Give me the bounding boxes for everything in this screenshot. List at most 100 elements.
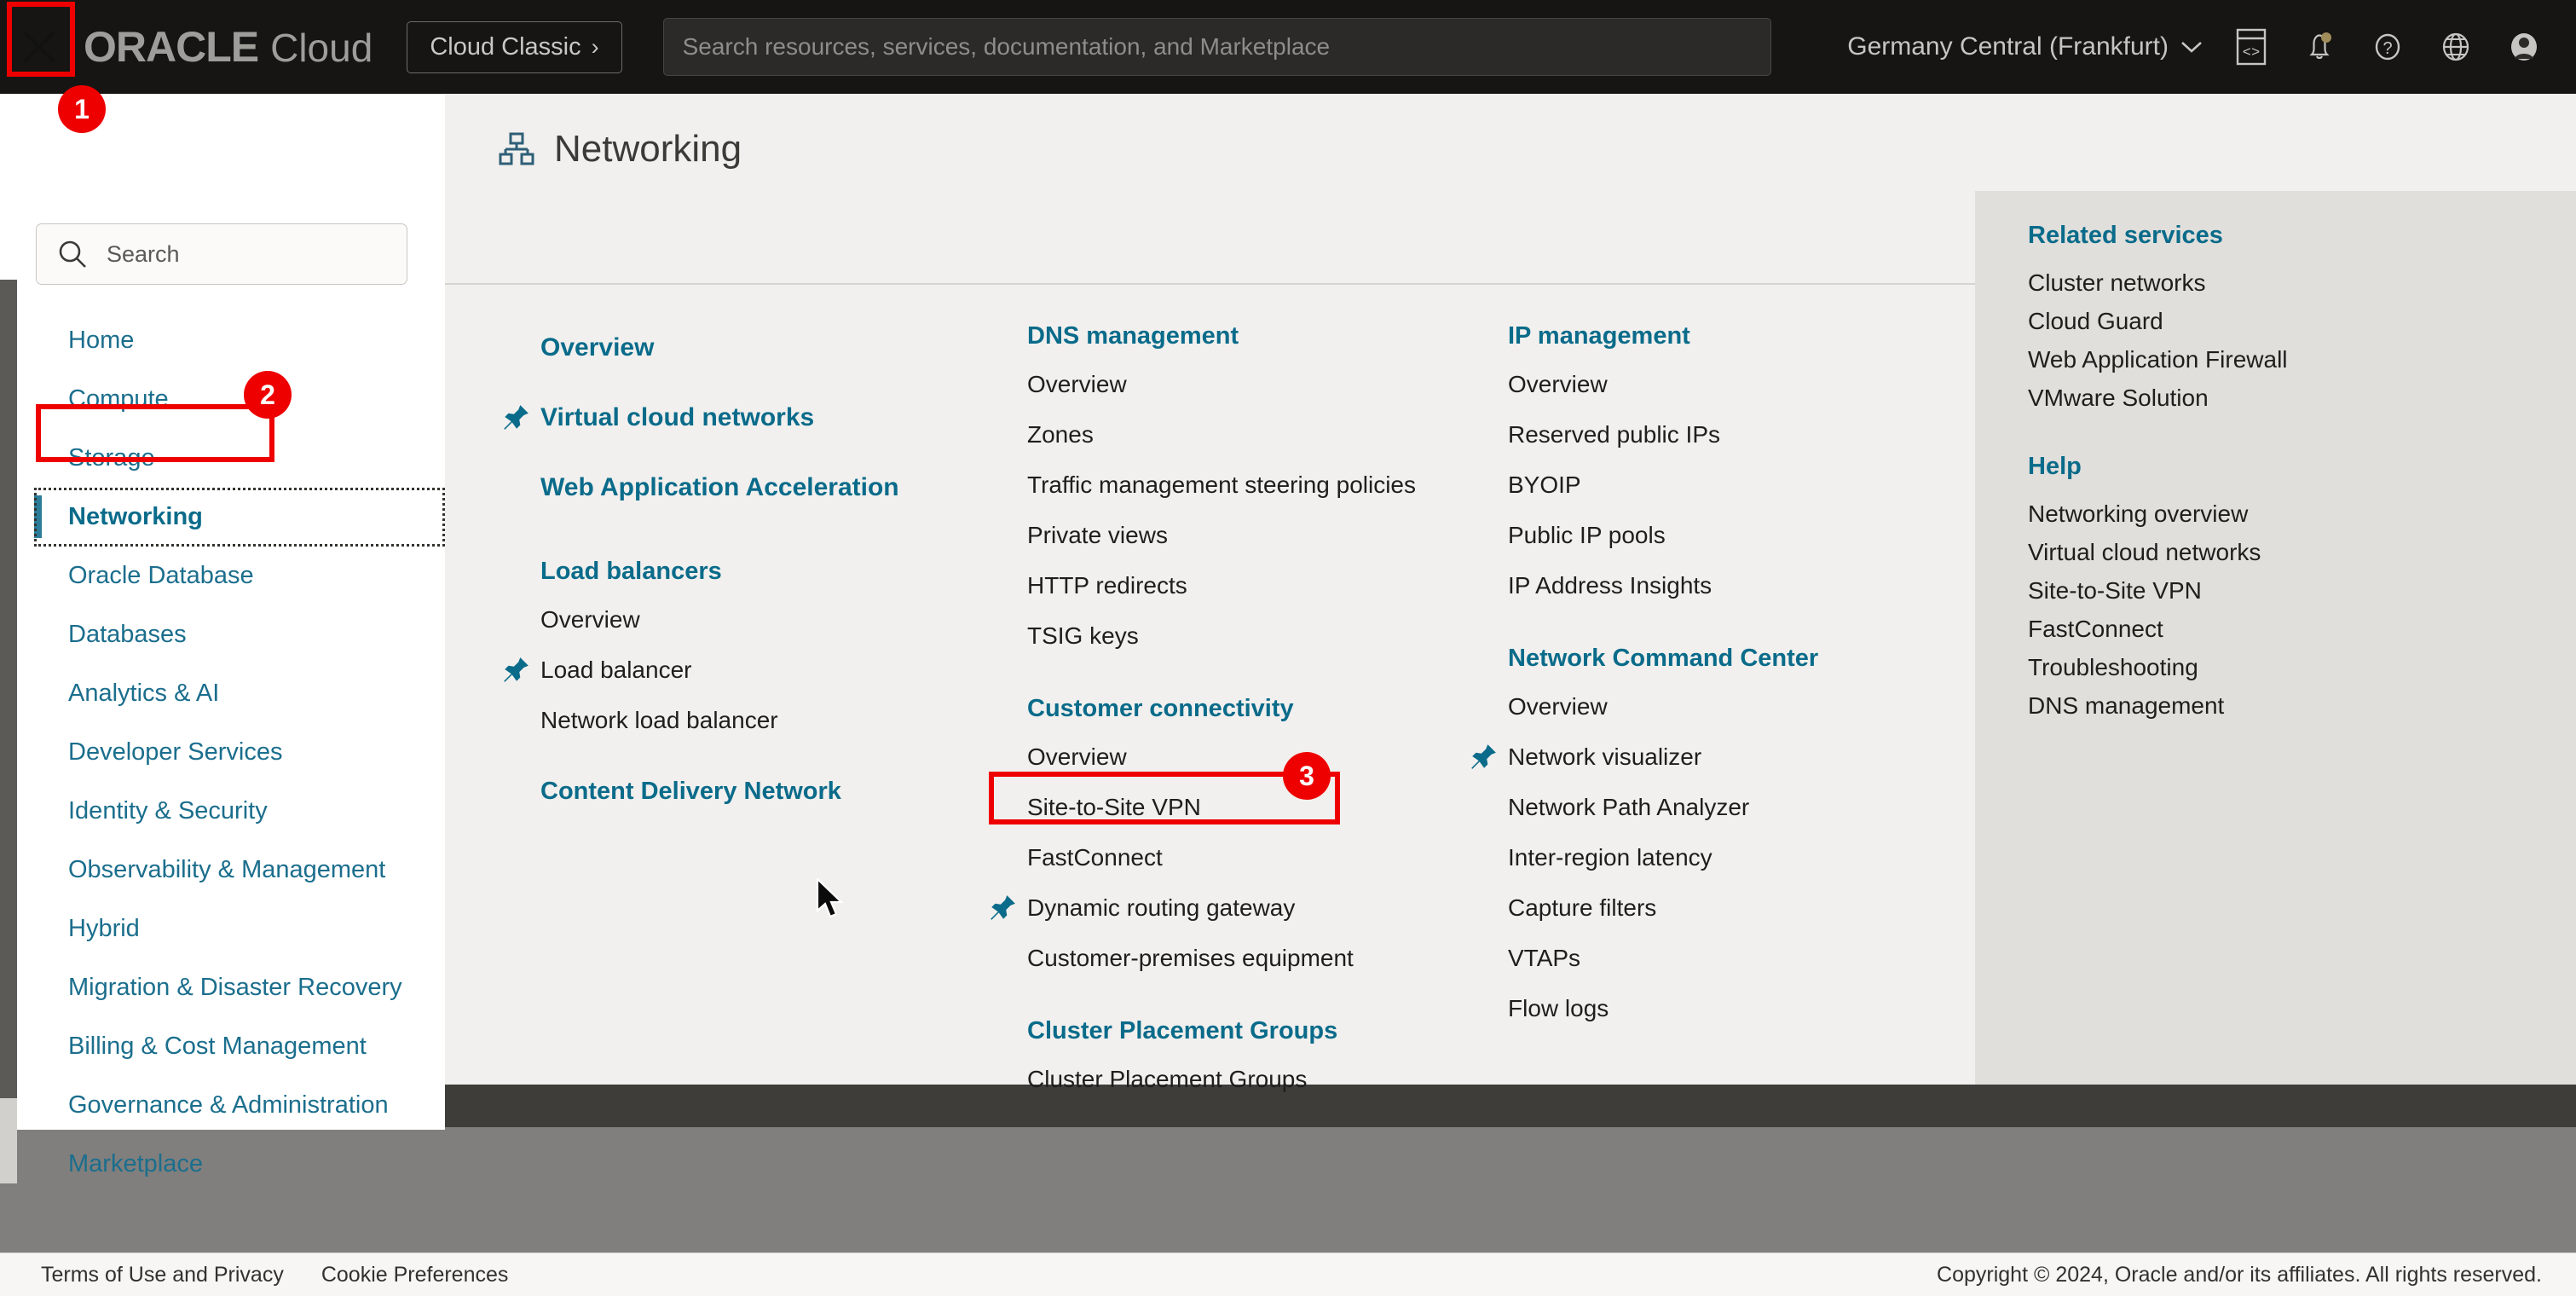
cloud-classic-button[interactable]: Cloud Classic ›: [407, 20, 622, 73]
link-reserved-public-ips[interactable]: Reserved public IPs: [1508, 409, 1940, 460]
link-zones[interactable]: Zones: [1027, 409, 1440, 460]
link-lb-overview[interactable]: Overview: [540, 594, 945, 645]
help-heading: Help: [2028, 453, 2082, 480]
link-tsig-keys[interactable]: TSIG keys: [1027, 610, 1440, 661]
close-menu-icon[interactable]: [0, 0, 78, 94]
sidebar-item-developer-services[interactable]: Developer Services: [0, 723, 445, 782]
link-overview[interactable]: Overview: [540, 322, 945, 373]
related-link-vmware-solution[interactable]: VMware Solution: [2028, 379, 2576, 417]
sidebar-item-marketplace[interactable]: Marketplace: [0, 1135, 445, 1194]
page-dark-band: [445, 1085, 2576, 1127]
help-link-networking-overview[interactable]: Networking overview: [2028, 495, 2576, 533]
chevron-right-icon: ›: [591, 33, 599, 60]
sidebar-item-identity-security[interactable]: Identity & Security: [0, 782, 445, 841]
mega-right-panel: Related services Cluster networks Cloud …: [1975, 191, 2576, 1085]
link-customer-premises-equipment[interactable]: Customer-premises equipment: [1027, 933, 1440, 983]
region-selector[interactable]: Germany Central (Frankfurt): [1847, 32, 2203, 61]
link-network-load-balancer[interactable]: Network load balancer: [540, 695, 945, 745]
group-cluster-placement-groups[interactable]: Cluster Placement Groups: [1027, 1017, 1440, 1045]
close-icon: [23, 31, 55, 63]
related-link-web-application-firewall[interactable]: Web Application Firewall: [2028, 340, 2576, 379]
link-fastconnect[interactable]: FastConnect: [1027, 832, 1440, 882]
sidebar-item-oracle-database[interactable]: Oracle Database: [0, 547, 445, 605]
search-input[interactable]: Search: [36, 223, 407, 285]
help-question-icon[interactable]: ?: [2368, 27, 2407, 67]
nav-label: Marketplace: [68, 1150, 203, 1177]
link-ncc-overview[interactable]: Overview: [1508, 681, 1940, 732]
nav-label: Developer Services: [68, 738, 283, 766]
link-dns-overview[interactable]: Overview: [1027, 359, 1440, 409]
group-network-command-center[interactable]: Network Command Center: [1508, 645, 1940, 673]
nav-label: Migration & Disaster Recovery: [68, 974, 402, 1001]
search-placeholder: Search: [107, 240, 180, 267]
pin-icon: [504, 405, 528, 430]
group-customer-connectivity[interactable]: Customer connectivity: [1027, 695, 1440, 723]
sidebar-item-analytics-ai[interactable]: Analytics & AI: [0, 664, 445, 723]
sidebar-item-compute[interactable]: Compute: [0, 370, 445, 429]
link-cluster-placement-groups[interactable]: Cluster Placement Groups: [1027, 1054, 1440, 1104]
nav-label: Hybrid: [68, 915, 140, 942]
sidebar-item-home[interactable]: Home: [0, 311, 445, 370]
sidebar-item-hybrid[interactable]: Hybrid: [0, 900, 445, 958]
link-cc-overview[interactable]: Overview: [1027, 732, 1440, 782]
sidebar-item-observability-management[interactable]: Observability & Management: [0, 841, 445, 900]
link-public-ip-pools[interactable]: Public IP pools: [1508, 510, 1940, 560]
help-link-virtual-cloud-networks[interactable]: Virtual cloud networks: [2028, 533, 2576, 571]
global-search-input[interactable]: Search resources, services, documentatio…: [662, 18, 1771, 76]
nav-label: Home: [68, 327, 135, 354]
sidebar-item-migration-disaster-recovery[interactable]: Migration & Disaster Recovery: [0, 958, 445, 1017]
global-search-placeholder: Search resources, services, documentatio…: [682, 33, 1331, 60]
nav-label: Oracle Database: [68, 562, 254, 589]
link-private-views[interactable]: Private views: [1027, 510, 1440, 560]
help-link-fastconnect[interactable]: FastConnect: [2028, 610, 2576, 648]
related-link-cluster-networks[interactable]: Cluster networks: [2028, 263, 2576, 302]
group-dns-management[interactable]: DNS management: [1027, 322, 1440, 350]
group-load-balancers[interactable]: Load balancers: [540, 558, 945, 586]
link-network-visualizer[interactable]: Network visualizer: [1471, 732, 1940, 782]
user-avatar-icon[interactable]: [2504, 27, 2544, 67]
link-site-to-site-vpn[interactable]: Site-to-Site VPN: [1027, 782, 1440, 832]
help-link-troubleshooting[interactable]: Troubleshooting: [2028, 648, 2576, 686]
help-link-site-to-site-vpn[interactable]: Site-to-Site VPN: [2028, 571, 2576, 610]
link-inter-region-latency[interactable]: Inter-region latency: [1508, 832, 1940, 882]
related-link-cloud-guard[interactable]: Cloud Guard: [2028, 302, 2576, 340]
nav-label: Governance & Administration: [68, 1091, 389, 1119]
language-globe-icon[interactable]: [2436, 27, 2475, 67]
link-capture-filters[interactable]: Capture filters: [1508, 882, 1940, 933]
sidebar-item-storage[interactable]: Storage: [0, 429, 445, 488]
link-traffic-management-steering-policies[interactable]: Traffic management steering policies: [1027, 460, 1440, 510]
footer-link-terms[interactable]: Terms of Use and Privacy: [41, 1263, 284, 1287]
link-ip-address-insights[interactable]: IP Address Insights: [1508, 560, 1940, 610]
chevron-down-icon: [2181, 42, 2202, 53]
code-editor-icon[interactable]: <>: [2232, 27, 2271, 67]
help-link-dns-management[interactable]: DNS management: [2028, 686, 2576, 725]
link-virtual-cloud-networks[interactable]: Virtual cloud networks: [504, 392, 945, 443]
nav-label: Observability & Management: [68, 856, 386, 883]
notifications-bell-icon[interactable]: [2300, 27, 2339, 67]
nav-label: Storage: [68, 444, 155, 472]
link-content-delivery-network[interactable]: Content Delivery Network: [540, 778, 945, 806]
sidebar-item-governance-administration[interactable]: Governance & Administration: [0, 1076, 445, 1135]
globe-glyph: [2442, 32, 2469, 61]
nav-label: Databases: [68, 621, 187, 648]
link-web-application-acceleration[interactable]: Web Application Acceleration: [540, 462, 945, 513]
link-http-redirects[interactable]: HTTP redirects: [1027, 560, 1440, 610]
footer-link-cookies[interactable]: Cookie Preferences: [321, 1263, 509, 1287]
oracle-cloud-logo[interactable]: ORACLE Cloud: [84, 22, 373, 72]
link-ip-overview[interactable]: Overview: [1508, 359, 1940, 409]
link-flow-logs[interactable]: Flow logs: [1508, 983, 1940, 1033]
link-vtaps[interactable]: VTAPs: [1508, 933, 1940, 983]
dynamic-routing-gateway-link[interactable]: Dynamic routing gateway: [991, 882, 1440, 933]
sidebar-item-networking[interactable]: Networking: [0, 488, 445, 547]
cloud-classic-label: Cloud Classic: [430, 32, 581, 61]
sidebar-item-databases[interactable]: Databases: [0, 605, 445, 664]
focus-outline: [34, 488, 445, 547]
nav-label: Compute: [68, 385, 169, 413]
sidebar-item-billing-cost-management[interactable]: Billing & Cost Management: [0, 1017, 445, 1076]
nav-label: Analytics & AI: [68, 680, 220, 707]
group-ip-management[interactable]: IP management: [1508, 322, 1940, 350]
link-load-balancer[interactable]: Load balancer: [504, 645, 945, 695]
link-byoip[interactable]: BYOIP: [1508, 460, 1940, 510]
pin-icon: [991, 894, 1015, 920]
link-network-path-analyzer[interactable]: Network Path Analyzer: [1508, 782, 1940, 832]
